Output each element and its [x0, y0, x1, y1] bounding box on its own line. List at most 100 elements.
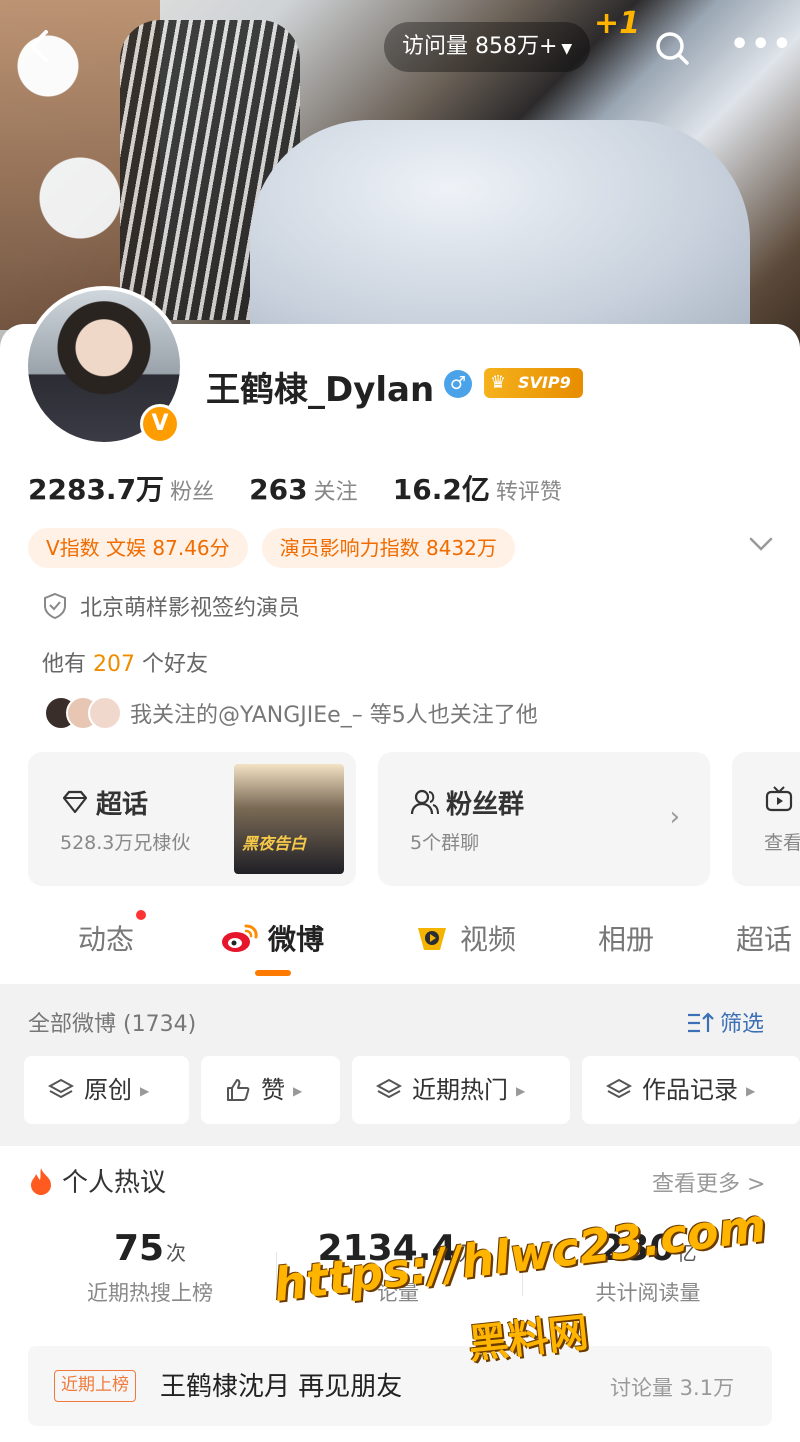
chip-label: 原创	[84, 1076, 132, 1104]
fan-group-title: 粉丝群	[410, 784, 524, 821]
mutual-avatar	[88, 696, 122, 730]
tab-album[interactable]: 相册	[598, 918, 654, 958]
tab-label: 动态	[78, 923, 135, 956]
layers-icon	[375, 1061, 403, 1099]
svip-badge[interactable]: ♛ SVIP9	[484, 368, 583, 398]
chip-works[interactable]: 作品记录 ▶	[582, 1056, 800, 1124]
friends-count: 207	[93, 652, 136, 677]
tab-activity[interactable]: 动态	[78, 910, 147, 958]
gender-male-icon: ♂	[444, 370, 472, 398]
more-icon[interactable]: •••	[730, 30, 794, 60]
username: 王鹤棣_Dylan	[206, 370, 435, 410]
profile-page: 访问量 858万+ ▼ +1 ••• V 王鹤棣_Dylan ♂ ♛ SVIP9 2…	[0, 0, 800, 1442]
friends-suffix: 个好友	[142, 652, 209, 677]
caret-down-icon: ▼	[561, 41, 573, 57]
video-card-title	[764, 784, 800, 817]
tab-supertopic[interactable]: 超话	[736, 918, 792, 958]
feature-sub: 528.3万兄棣伙	[60, 832, 191, 854]
caret-right-icon: ▶	[293, 1084, 303, 1098]
certification: 北京萌样影视签约演员	[42, 590, 300, 622]
group-icon	[410, 787, 440, 817]
chevron-right-icon: ›	[669, 802, 680, 832]
cover-pillow	[250, 120, 750, 350]
poster-title: 黑夜告白	[242, 834, 307, 853]
diamond-icon	[60, 787, 90, 817]
chip-likes[interactable]: 赞 ▶	[201, 1056, 340, 1124]
filter-button[interactable]: 筛选	[686, 1006, 764, 1038]
feature-title: 超话	[96, 790, 149, 820]
chip-recent-hot[interactable]: 近期热门 ▶	[352, 1056, 570, 1124]
visits-label: 访问量 858万+	[402, 34, 558, 59]
fan-group-card[interactable]: 粉丝群 5个群聊 ›	[378, 752, 710, 886]
caret-right-icon: ▶	[516, 1084, 526, 1098]
stat-value: 263	[249, 473, 308, 506]
supertopic-card[interactable]: 超话 528.3万兄棣伙 黑夜告白	[28, 752, 356, 886]
profile-stats: 2283.7万 粉丝 263 关注 16.2亿 转评赞	[28, 468, 592, 508]
feature-title: 粉丝群	[446, 790, 525, 820]
metric-unit: 次	[166, 1241, 187, 1265]
svip-label: SVIP9	[518, 373, 571, 392]
tab-label: 相册	[598, 923, 655, 956]
recent-trending-badge: 近期上榜	[54, 1370, 136, 1402]
verified-badge-icon: V	[140, 404, 180, 444]
metric-label: 近期热搜上榜	[87, 1281, 213, 1305]
stat-label: 关注	[313, 480, 358, 505]
metric-hot-search: 75 次近期热搜上榜	[30, 1228, 270, 1307]
metric-value: 75	[113, 1228, 165, 1269]
hot-topic-row[interactable]: 近期上榜 王鹤棣沈月 再见朋友 讨论量 3.1万	[28, 1346, 772, 1426]
stat-value: 2283.7万	[28, 473, 165, 506]
tab-video[interactable]: 视频	[412, 918, 516, 958]
layers-icon	[605, 1061, 633, 1099]
chip-label: 赞	[261, 1076, 285, 1104]
hot-title-text: 个人热议	[62, 1168, 167, 1198]
tab-weibo[interactable]: 微博	[220, 918, 324, 958]
layers-icon	[47, 1061, 75, 1099]
certification-text: 北京萌样影视签约演员	[80, 596, 301, 621]
shield-icon	[42, 592, 68, 620]
profile-tags: V指数 文娱 87.46分 演员影响力指数 8432万	[28, 528, 529, 568]
chevron-left-icon[interactable]	[20, 26, 60, 66]
chip-original[interactable]: 原创 ▶	[24, 1056, 189, 1124]
all-posts-count: 全部微博 (1734)	[28, 1012, 197, 1037]
video-card[interactable]: 查看	[732, 752, 800, 886]
tab-label: 微博	[268, 923, 325, 956]
active-tab-indicator	[255, 970, 291, 976]
mutual-follow-text: 我关注的@YANGJIEe_– 等5人也关注了他	[130, 703, 538, 728]
caret-right-icon: ▶	[140, 1084, 150, 1098]
chip-label: 近期热门	[412, 1076, 508, 1104]
tab-label: 视频	[460, 923, 517, 956]
top-bar: 访问量 858万+ ▼ +1 •••	[0, 0, 800, 96]
profile-tabs: 动态 微博 视频 相册 超话	[0, 900, 800, 980]
hot-topic-discussion: 讨论量 3.1万	[610, 1376, 735, 1400]
stat-following[interactable]: 263 关注	[249, 473, 357, 506]
tv-icon	[764, 784, 794, 814]
friends-line[interactable]: 他有 207 个好友	[42, 646, 208, 678]
mutual-follow[interactable]: 我关注的@YANGJIEe_– 等5人也关注了他	[44, 696, 538, 734]
poster-image: 黑夜告白	[234, 764, 344, 874]
stat-value: 16.2亿	[392, 473, 490, 506]
stat-label: 转评赞	[495, 480, 562, 505]
stat-engagement[interactable]: 16.2亿 转评赞	[393, 468, 562, 508]
plus-one-badge: +1	[594, 6, 641, 41]
tag-actor-influence[interactable]: 演员影响力指数 8432万	[261, 528, 515, 568]
thumbs-up-icon	[225, 1061, 251, 1101]
search-icon[interactable]	[652, 28, 692, 68]
feature-sub: 5个群聊	[410, 832, 480, 854]
caret-right-icon: ▶	[746, 1084, 756, 1098]
stat-label: 粉丝	[170, 480, 215, 505]
chevron-down-icon[interactable]	[748, 534, 774, 560]
hot-topic-text: 王鹤棣沈月 再见朋友	[160, 1372, 403, 1402]
fire-icon	[28, 1166, 54, 1196]
visits-pill[interactable]: 访问量 858万+ ▼	[384, 22, 591, 72]
notification-dot	[136, 910, 147, 920]
stat-followers[interactable]: 2283.7万 粉丝	[28, 468, 214, 508]
weibo-icon	[220, 923, 268, 956]
tag-v-index[interactable]: V指数 文娱 87.46分	[28, 528, 248, 568]
chip-label: 作品记录	[642, 1076, 738, 1104]
supertopic-title: 超话	[60, 784, 148, 821]
crown-icon: ♛	[490, 372, 507, 393]
tab-label: 超话	[736, 923, 793, 956]
filter-label: 筛选	[720, 1012, 765, 1037]
view-more-link[interactable]: 查看更多 >	[652, 1166, 765, 1198]
friends-prefix: 他有	[42, 652, 87, 677]
